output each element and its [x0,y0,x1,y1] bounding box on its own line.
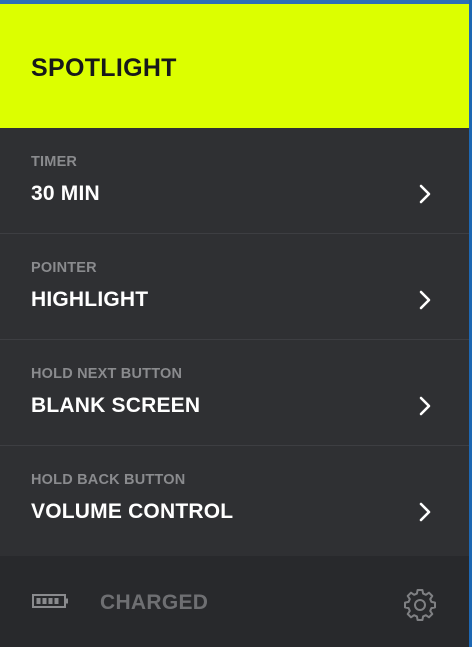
menu-item-hold-next-button[interactable]: HOLD NEXT BUTTON BLANK SCREEN [0,340,469,446]
menu-item-timer[interactable]: TIMER 30 MIN [0,128,469,234]
menu-item-value: HIGHLIGHT [31,288,149,311]
status-bar: CHARGED [0,556,469,647]
gear-icon[interactable] [404,589,436,621]
menu-item-label: HOLD BACK BUTTON [31,472,186,488]
settings-menu: TIMER 30 MIN POINTER HIGHLIGHT HOLD NEXT… [0,128,469,552]
chevron-right-icon [419,502,431,522]
chevron-right-icon [419,396,431,416]
spotlight-panel: SPOTLIGHT TIMER 30 MIN POINTER HIGHLIGHT… [0,0,472,647]
menu-item-value: 30 MIN [31,182,100,205]
menu-item-pointer[interactable]: POINTER HIGHLIGHT [0,234,469,340]
menu-item-label: TIMER [31,154,78,170]
header: SPOTLIGHT [0,4,469,128]
menu-item-hold-back-button[interactable]: HOLD BACK BUTTON VOLUME CONTROL [0,446,469,552]
menu-item-value: VOLUME CONTROL [31,500,234,523]
battery-icon [32,594,68,608]
menu-item-label: POINTER [31,260,97,276]
chevron-right-icon [419,184,431,204]
battery-status: CHARGED [100,591,209,614]
menu-item-label: HOLD NEXT BUTTON [31,366,183,382]
chevron-right-icon [419,290,431,310]
menu-item-value: BLANK SCREEN [31,394,201,417]
page-title: SPOTLIGHT [31,54,177,82]
